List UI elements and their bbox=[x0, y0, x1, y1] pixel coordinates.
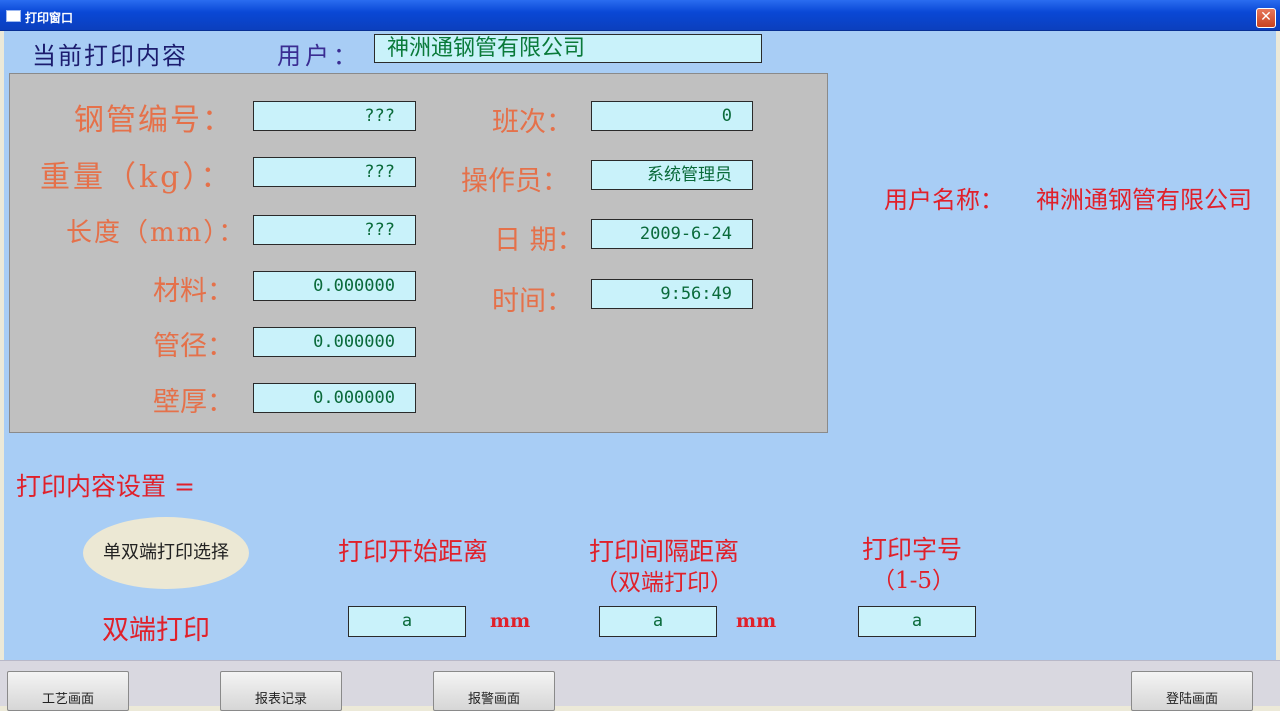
window-title: 打印窗口 bbox=[25, 11, 74, 25]
alarm-screen-button[interactable]: 报警画面 bbox=[433, 671, 555, 711]
time-label: 时间： bbox=[492, 286, 573, 317]
material-field[interactable]: 0.000000 bbox=[253, 271, 416, 301]
login-screen-button[interactable]: 登陆画面 bbox=[1131, 671, 1253, 711]
start-distance-label: 打印开始距离 bbox=[338, 537, 489, 566]
font-size-sublabel: （1-5） bbox=[872, 568, 956, 594]
wall-thickness-label: 壁厚： bbox=[153, 387, 234, 418]
date-field[interactable]: 2009-6-24 bbox=[591, 219, 753, 249]
operator-field[interactable]: 系统管理员 bbox=[591, 160, 753, 190]
weight-field[interactable]: ??? bbox=[253, 157, 416, 187]
process-screen-button[interactable]: 工艺画面 bbox=[7, 671, 129, 711]
print-mode-select-button[interactable]: 单双端打印选择 bbox=[83, 517, 249, 589]
pipe-number-label: 钢管编号： bbox=[74, 103, 234, 138]
title-bar: 打印窗口 ✕ bbox=[0, 0, 1280, 31]
length-field[interactable]: ??? bbox=[253, 215, 416, 245]
print-settings-title: 打印内容设置 = bbox=[16, 472, 195, 501]
current-print-heading: 当前打印内容 bbox=[32, 42, 188, 70]
user-name-value: 神洲通钢管有限公司 bbox=[1036, 186, 1252, 214]
date-label: 日 期： bbox=[494, 225, 584, 256]
report-records-button[interactable]: 报表记录 bbox=[220, 671, 342, 711]
window-icon bbox=[6, 10, 21, 22]
bottom-nav-bar bbox=[0, 660, 1280, 706]
time-field[interactable]: 9:56:49 bbox=[591, 279, 753, 309]
interval-distance-sublabel: （双端打印） bbox=[595, 570, 733, 596]
start-distance-unit: mm bbox=[490, 610, 531, 632]
material-label: 材料： bbox=[153, 276, 234, 307]
print-mode-value: 双端打印 bbox=[102, 615, 210, 646]
interval-distance-input[interactable]: a bbox=[599, 606, 717, 637]
diameter-label: 管径： bbox=[153, 331, 234, 362]
font-size-input[interactable]: a bbox=[858, 606, 976, 637]
user-field[interactable]: 神洲通钢管有限公司 bbox=[374, 34, 762, 63]
shift-field[interactable]: 0 bbox=[591, 101, 753, 131]
shift-label: 班次： bbox=[492, 107, 573, 138]
close-button[interactable]: ✕ bbox=[1256, 8, 1276, 28]
diameter-field[interactable]: 0.000000 bbox=[253, 327, 416, 357]
operator-label: 操作员： bbox=[461, 166, 569, 197]
length-label: 长度（mm）： bbox=[66, 218, 247, 248]
pipe-number-field[interactable]: ??? bbox=[253, 101, 416, 131]
wall-thickness-field[interactable]: 0.000000 bbox=[253, 383, 416, 413]
start-distance-input[interactable]: a bbox=[348, 606, 466, 637]
interval-distance-unit: mm bbox=[736, 610, 777, 632]
weight-label: 重量（kg）： bbox=[40, 160, 234, 195]
user-label: 用户： bbox=[277, 42, 361, 70]
user-name-label: 用户名称： bbox=[884, 186, 1004, 214]
